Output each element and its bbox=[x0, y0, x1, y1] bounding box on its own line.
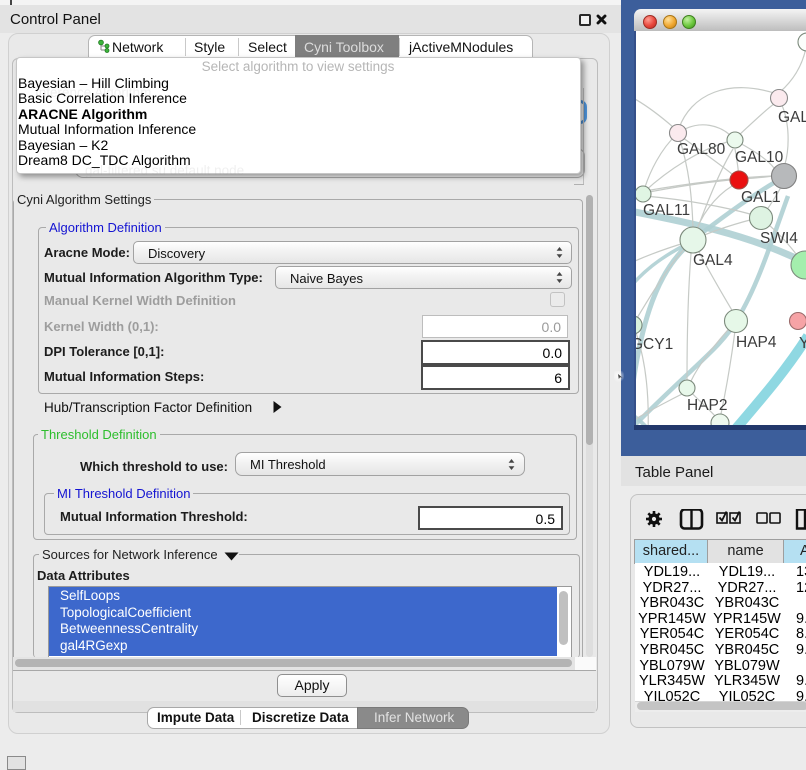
svg-text:GAL1: GAL1 bbox=[741, 189, 781, 206]
svg-text:YMR: YMR bbox=[799, 335, 806, 352]
svg-text:SWI4: SWI4 bbox=[760, 230, 798, 247]
svg-text:GAL4: GAL4 bbox=[693, 252, 733, 269]
svg-text:HAP4: HAP4 bbox=[736, 334, 777, 351]
svg-text:GAL80: GAL80 bbox=[677, 141, 726, 158]
svg-text:HAP2: HAP2 bbox=[687, 397, 728, 414]
svg-text:GAL7: GAL7 bbox=[778, 109, 806, 126]
svg-text:GAL10: GAL10 bbox=[735, 149, 784, 166]
svg-text:GCY1: GCY1 bbox=[636, 336, 673, 353]
svg-text:GAL11: GAL11 bbox=[643, 202, 690, 219]
